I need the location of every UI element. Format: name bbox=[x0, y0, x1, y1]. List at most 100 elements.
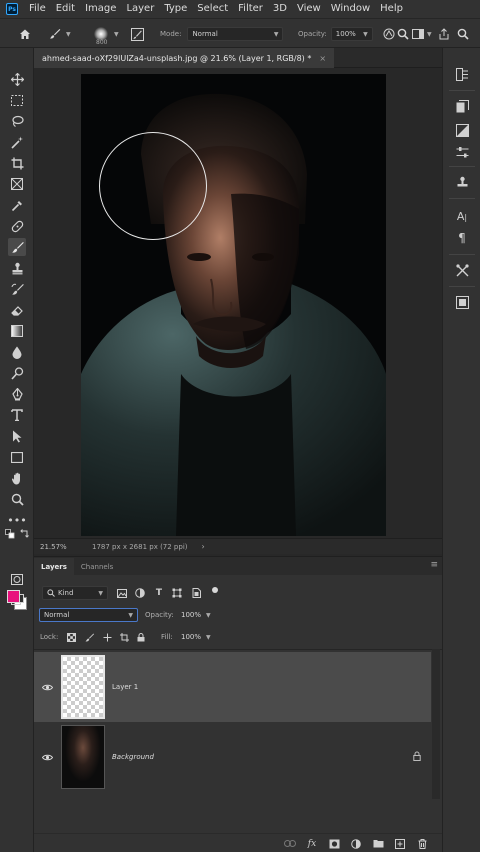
smart-object-filter-icon[interactable] bbox=[190, 587, 202, 599]
menu-type[interactable]: Type bbox=[159, 0, 192, 18]
adjustment-filter-icon[interactable] bbox=[134, 587, 146, 599]
brush-picker-dropdown[interactable]: ▼ bbox=[114, 19, 119, 49]
tool-presets-panel-button[interactable] bbox=[454, 262, 470, 278]
eraser-tool[interactable] bbox=[8, 301, 26, 319]
zoom-tool[interactable] bbox=[8, 490, 26, 508]
3d-panel-button[interactable] bbox=[454, 294, 470, 310]
layer-row-background[interactable]: Background bbox=[34, 722, 431, 792]
tool-preset-picker[interactable]: ▼ bbox=[48, 19, 71, 49]
clone-stamp-tool[interactable] bbox=[8, 259, 26, 277]
quick-selection-tool[interactable] bbox=[8, 133, 26, 151]
path-selection-tool[interactable] bbox=[8, 427, 26, 445]
pressure-opacity-toggle[interactable] bbox=[382, 19, 396, 49]
layer-thumbnail[interactable] bbox=[61, 725, 105, 789]
lock-all-icon[interactable] bbox=[136, 632, 146, 642]
menu-edit[interactable]: Edit bbox=[51, 0, 80, 18]
menu-filter[interactable]: Filter bbox=[233, 0, 268, 18]
brush-tool[interactable] bbox=[8, 238, 26, 256]
pen-tool[interactable] bbox=[8, 385, 26, 403]
marquee-tool[interactable] bbox=[8, 91, 26, 109]
shape-filter-icon[interactable] bbox=[171, 587, 183, 599]
layer-name[interactable]: Layer 1 bbox=[112, 683, 138, 691]
lock-icon[interactable] bbox=[413, 751, 421, 764]
clone-source-panel-button[interactable] bbox=[454, 174, 470, 190]
delete-trash-icon[interactable] bbox=[416, 838, 428, 850]
menu-help[interactable]: Help bbox=[375, 0, 408, 18]
chevron-down-icon[interactable]: ▼ bbox=[206, 634, 211, 641]
dodge-tool[interactable] bbox=[8, 364, 26, 382]
foreground-color-swatch[interactable] bbox=[7, 590, 20, 603]
layer-thumbnail[interactable] bbox=[61, 655, 105, 719]
add-mask-icon[interactable] bbox=[328, 838, 340, 850]
layer-row-layer-1[interactable]: Layer 1 bbox=[34, 652, 431, 722]
lock-position-icon[interactable] bbox=[102, 632, 112, 642]
menu-image[interactable]: Image bbox=[80, 0, 121, 18]
visibility-eye-icon[interactable] bbox=[41, 682, 53, 692]
healing-brush-tool[interactable] bbox=[8, 217, 26, 235]
adjustment-layer-icon[interactable] bbox=[350, 838, 362, 850]
menu-layer[interactable]: Layer bbox=[121, 0, 159, 18]
document-tab[interactable]: ahmed-saad-oXf29lUlZa4-unsplash.jpg @ 21… bbox=[34, 48, 335, 68]
eyedropper-tool[interactable] bbox=[8, 196, 26, 214]
lasso-tool[interactable] bbox=[8, 112, 26, 130]
layer-name[interactable]: Background bbox=[112, 753, 154, 761]
new-layer-icon[interactable] bbox=[394, 838, 406, 850]
canvas-area[interactable] bbox=[34, 68, 442, 538]
layers-scrollbar[interactable] bbox=[432, 649, 440, 799]
zoom-tool-button[interactable] bbox=[456, 19, 470, 49]
hand-tool[interactable] bbox=[8, 469, 26, 487]
tab-channels[interactable]: Channels bbox=[74, 558, 120, 575]
link-layers-icon[interactable] bbox=[284, 838, 296, 850]
chevron-down-icon[interactable]: ▼ bbox=[206, 612, 211, 619]
mode-select[interactable]: Normal ▼ bbox=[187, 27, 284, 41]
panel-menu-icon[interactable]: ≡ bbox=[430, 560, 438, 570]
paragraph-panel-button[interactable]: ¶ bbox=[454, 230, 470, 246]
move-tool[interactable] bbox=[8, 70, 26, 88]
properties-panel-button[interactable] bbox=[454, 144, 470, 160]
adjustments-panel-button[interactable] bbox=[454, 122, 470, 138]
quick-mask-button[interactable] bbox=[8, 570, 26, 588]
lock-transparent-pixels-icon[interactable] bbox=[66, 632, 76, 642]
menu-file[interactable]: File bbox=[24, 0, 51, 18]
rectangle-tool[interactable] bbox=[8, 448, 26, 466]
photoshop-logo-icon[interactable]: Ps bbox=[6, 3, 18, 15]
pixel-filter-icon[interactable] bbox=[116, 587, 128, 599]
type-tool[interactable] bbox=[8, 406, 26, 424]
history-brush-tool[interactable] bbox=[8, 280, 26, 298]
layer-style-fx-icon[interactable]: fx bbox=[306, 838, 318, 850]
menu-3d[interactable]: 3D bbox=[268, 0, 292, 18]
chevron-right-icon[interactable]: › bbox=[202, 542, 205, 551]
menu-window[interactable]: Window bbox=[326, 0, 375, 18]
filter-toggle[interactable] bbox=[212, 587, 218, 593]
zoom-level[interactable]: 21.57% bbox=[34, 543, 92, 551]
blend-mode-select[interactable]: Normal ▼ bbox=[39, 608, 138, 622]
menu-view[interactable]: View bbox=[292, 0, 326, 18]
type-filter-icon[interactable]: T bbox=[153, 587, 165, 599]
lock-artboard-icon[interactable] bbox=[119, 632, 129, 642]
swap-colors-button[interactable] bbox=[18, 529, 30, 539]
layer-opacity-value[interactable]: 100% bbox=[181, 611, 201, 619]
blur-tool[interactable] bbox=[8, 343, 26, 361]
visibility-eye-icon[interactable] bbox=[41, 752, 53, 762]
tab-layers[interactable]: Layers bbox=[34, 558, 74, 575]
edit-toolbar-button[interactable]: ••• bbox=[7, 511, 26, 529]
opacity-input[interactable]: 100% ▼ bbox=[330, 27, 373, 41]
share-button[interactable] bbox=[437, 19, 451, 49]
menu-select[interactable]: Select bbox=[192, 0, 233, 18]
new-group-folder-icon[interactable] bbox=[372, 838, 384, 850]
lock-image-pixels-icon[interactable] bbox=[84, 632, 94, 642]
default-colors-button[interactable] bbox=[4, 529, 16, 539]
close-icon[interactable]: × bbox=[319, 54, 326, 63]
character-panel-button[interactable]: A| bbox=[454, 208, 470, 224]
home-button[interactable] bbox=[18, 19, 32, 49]
libraries-panel-button[interactable] bbox=[454, 98, 470, 114]
fill-value[interactable]: 100% bbox=[181, 633, 201, 641]
crop-tool[interactable] bbox=[8, 154, 26, 172]
gradient-tool[interactable] bbox=[8, 322, 26, 340]
search-button[interactable] bbox=[396, 19, 410, 49]
workspace-switcher[interactable]: ▼ bbox=[411, 19, 432, 49]
frame-tool[interactable] bbox=[8, 175, 26, 193]
history-panel-button[interactable] bbox=[454, 66, 470, 82]
kind-filter-select[interactable]: Kind ▼ bbox=[42, 586, 108, 600]
brush-settings-button[interactable] bbox=[130, 19, 144, 49]
